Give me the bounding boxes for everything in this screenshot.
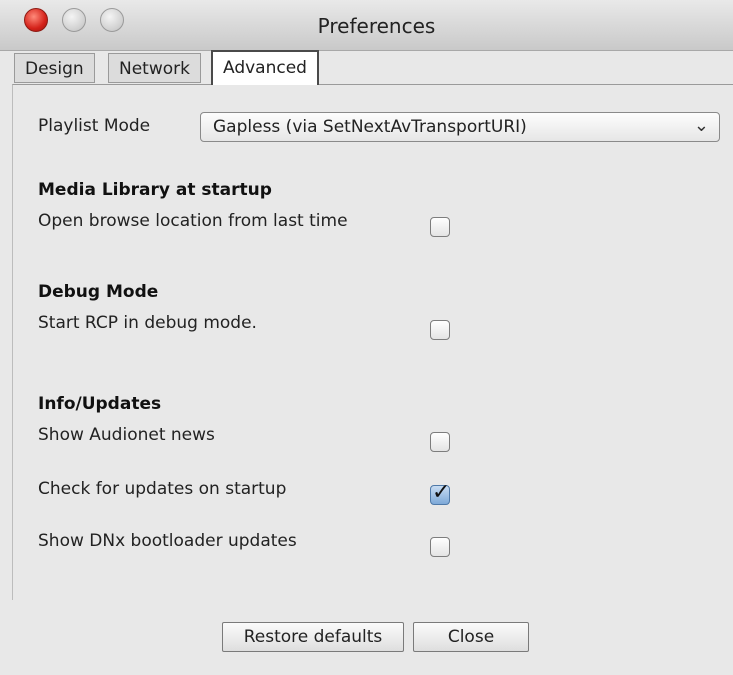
check-updates-checkbox[interactable]: ✓ xyxy=(430,480,450,505)
show-bootloader-checkbox[interactable] xyxy=(430,537,450,557)
checkmark-icon: ✓ xyxy=(432,480,451,505)
info-updates-header: Info/Updates xyxy=(38,394,162,414)
show-bootloader-label: Show DNx bootloader updates xyxy=(38,531,297,551)
media-library-header: Media Library at startup xyxy=(38,180,272,200)
playlist-mode-label: Playlist Mode xyxy=(38,116,151,136)
title-bar[interactable]: Preferences xyxy=(0,0,733,51)
start-debug-label: Start RCP in debug mode. xyxy=(38,313,257,333)
open-browse-checkbox[interactable] xyxy=(430,217,450,237)
playlist-mode-select[interactable]: Gapless (via SetNextAvTransportURI) ⌄ xyxy=(200,112,720,142)
show-news-label: Show Audionet news xyxy=(38,425,215,445)
debug-mode-header: Debug Mode xyxy=(38,282,159,302)
tab-advanced[interactable]: Advanced xyxy=(211,50,319,85)
start-debug-checkbox[interactable] xyxy=(430,320,450,340)
preferences-window: Preferences Design Network Advanced Play… xyxy=(0,0,733,675)
open-browse-label: Open browse location from last time xyxy=(38,211,348,231)
window-title: Preferences xyxy=(317,14,436,38)
advanced-panel xyxy=(12,84,733,600)
tab-network[interactable]: Network xyxy=(108,53,201,83)
chevron-down-icon: ⌄ xyxy=(693,115,709,136)
check-updates-label: Check for updates on startup xyxy=(38,479,287,499)
playlist-mode-value: Gapless (via SetNextAvTransportURI) xyxy=(213,117,527,137)
tab-design[interactable]: Design xyxy=(14,53,95,83)
restore-defaults-button[interactable]: Restore defaults xyxy=(222,622,404,652)
show-news-checkbox[interactable] xyxy=(430,432,450,452)
close-button[interactable]: Close xyxy=(413,622,529,652)
